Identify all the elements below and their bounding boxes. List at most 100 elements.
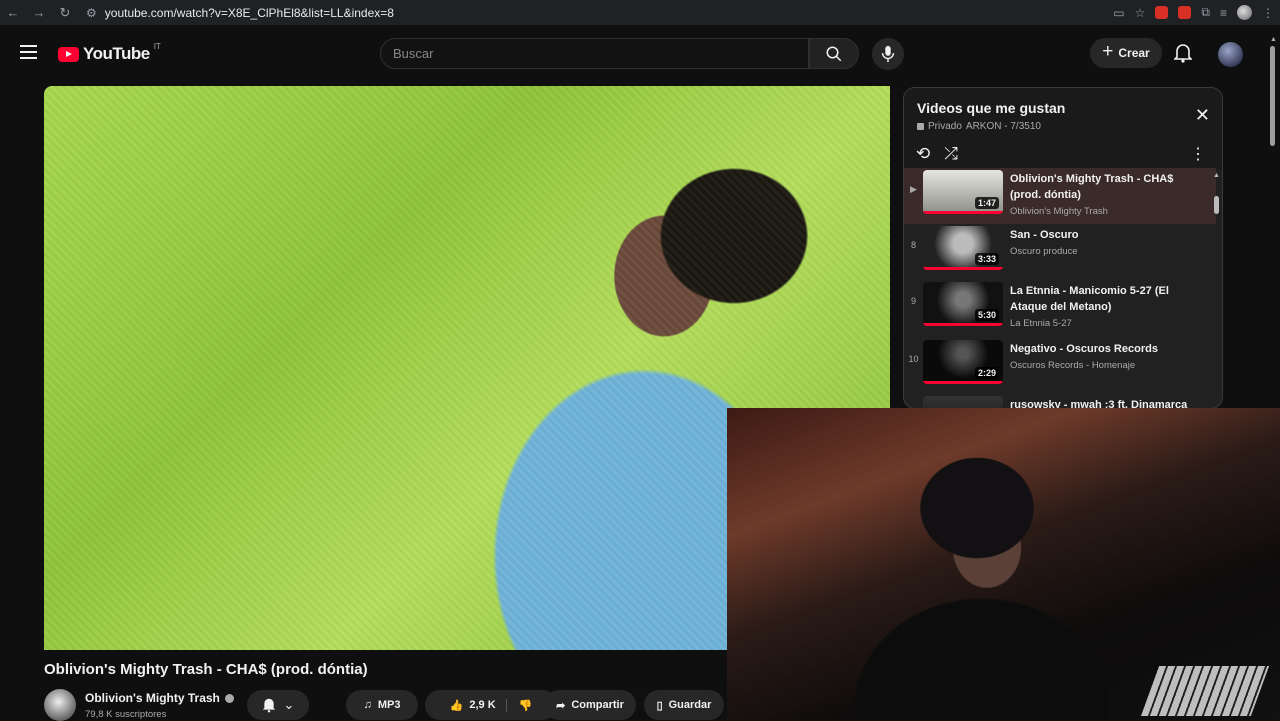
video-thumbnail[interactable]: 2:29: [923, 340, 1003, 384]
playlist-items: ▶ 1:47 Oblivion's Mighty Trash - CHA$ (p…: [904, 168, 1216, 408]
logo-region: IT: [153, 41, 161, 51]
item-title[interactable]: Oblivion's Mighty Trash - CHA$ (prod. dó…: [1010, 171, 1200, 203]
youtube-play-icon: [58, 46, 79, 62]
microphone-icon: [881, 45, 895, 63]
playlist-scrollbar[interactable]: ▲: [1212, 172, 1220, 402]
search-icon: [826, 46, 842, 61]
duration-badge: 5:30: [974, 309, 999, 321]
playlist-item[interactable]: 8 3:33 San - Oscuro Oscuro produce: [904, 224, 1216, 280]
share-icon: ➦: [556, 699, 566, 712]
playlist-title[interactable]: Videos que me gustan: [917, 100, 1209, 116]
duration-badge: 3:33: [974, 253, 999, 265]
bookmark-icon: ▯: [656, 699, 663, 712]
create-label: Crear: [1118, 46, 1150, 60]
subscriber-count: 79,8 K suscriptores: [85, 709, 167, 720]
url-text: youtube.com/watch?v=X8E_ClPhEl8&list=LL&…: [104, 5, 394, 20]
thumbs-down-icon: 👎: [518, 699, 533, 712]
site-settings-icon[interactable]: ⚙: [86, 6, 97, 20]
save-label: Guardar: [668, 699, 712, 711]
loop-icon[interactable]: ⟲: [916, 144, 930, 164]
search-input[interactable]: [381, 39, 808, 68]
search-box: [380, 38, 809, 69]
create-button[interactable]: + Crear: [1090, 38, 1162, 68]
channel-name-row[interactable]: Oblivion's Mighty Trash: [85, 691, 234, 705]
forward-arrow-icon[interactable]: →: [26, 5, 52, 20]
playlist-scrollbar-thumb[interactable]: [1214, 196, 1219, 214]
playlist-item[interactable]: ▶ 1:47 Oblivion's Mighty Trash - CHA$ (p…: [904, 168, 1216, 224]
save-button[interactable]: ▯ Guardar: [644, 690, 724, 720]
video-thumbnail[interactable]: 3:33: [923, 226, 1003, 270]
item-channel: Oscuros Records - Homenaje: [1010, 360, 1136, 371]
reload-icon[interactable]: ↻: [52, 5, 78, 21]
item-title[interactable]: San - Oscuro: [1010, 227, 1200, 243]
item-index: 10: [908, 354, 919, 364]
playlist-header: Videos que me gustan Privado ARKON - 7/3…: [904, 88, 1222, 170]
video-title: Oblivion's Mighty Trash - CHA$ (prod. dó…: [44, 661, 368, 678]
browser-menu-icon[interactable]: ⋮: [1262, 6, 1274, 20]
item-index: 9: [910, 296, 916, 306]
youtube-logo[interactable]: YouTube IT: [58, 41, 161, 64]
playlist-controls: ⟲ ⤮: [916, 144, 958, 164]
watch-progress-bar: [923, 267, 1003, 270]
page-scrollbar-thumb[interactable]: [1270, 46, 1275, 146]
search-button[interactable]: [809, 38, 859, 69]
chevron-down-icon: ⌄: [283, 697, 295, 712]
thumbs-up-icon: 👍: [449, 699, 464, 712]
item-index: 8: [910, 240, 916, 250]
bookmark-star-icon[interactable]: ☆: [1135, 6, 1146, 20]
share-label: Compartir: [571, 699, 624, 711]
cast-icon[interactable]: ▭: [1113, 6, 1124, 20]
item-channel: La Etnnia 5-27: [1010, 318, 1072, 329]
extension-red-icon[interactable]: [1155, 6, 1169, 19]
item-title[interactable]: La Etnnia - Manicomio 5-27 (El Ataque de…: [1010, 283, 1200, 315]
page-scrollbar[interactable]: ▲: [1270, 36, 1277, 156]
notification-settings-button[interactable]: ⌄: [247, 690, 309, 720]
watch-progress-bar: [923, 381, 1003, 384]
like-dislike-group: 👍 2,9 K 👎: [425, 690, 557, 720]
watch-progress-bar: [923, 323, 1003, 326]
account-avatar[interactable]: [1218, 42, 1243, 67]
logo-wordmark: YouTube: [83, 44, 150, 63]
profile-avatar-icon[interactable]: [1237, 5, 1252, 20]
video-thumbnail[interactable]: 1:47: [923, 170, 1003, 214]
address-bar[interactable]: ⚙ youtube.com/watch?v=X8E_ClPhEl8&list=L…: [86, 6, 394, 20]
extensions-puzzle-icon[interactable]: ⧉: [1201, 5, 1210, 20]
playlist-item[interactable]: 11 rusowsky - mwah :3 ft. Dinamarca: [904, 394, 1216, 408]
share-button[interactable]: ➦ Compartir: [544, 690, 636, 720]
playlist-panel: Videos que me gustan Privado ARKON - 7/3…: [903, 87, 1223, 409]
channel-name[interactable]: Oblivion's Mighty Trash: [85, 691, 220, 705]
scroll-up-arrow-icon[interactable]: ▲: [1270, 36, 1277, 43]
verified-badge-icon: [224, 693, 234, 703]
music-note-icon: ♫: [363, 699, 372, 711]
more-options-icon[interactable]: ⋮: [1190, 144, 1206, 164]
hamburger-menu-icon[interactable]: [20, 45, 37, 59]
item-title[interactable]: Negativo - Oscuros Records: [1010, 341, 1200, 357]
playlist-privacy: Privado: [928, 121, 962, 132]
reading-list-icon[interactable]: ≡: [1220, 6, 1227, 20]
playlist-item[interactable]: 10 2:29 Negativo - Oscuros Records Oscur…: [904, 338, 1216, 394]
lock-icon: [917, 123, 924, 130]
like-count: 2,9 K: [469, 699, 496, 711]
like-button[interactable]: 👍 2,9 K: [449, 698, 507, 712]
browser-toolbar: ← → ↻ ⚙ youtube.com/watch?v=X8E_ClPhEl8&…: [0, 0, 1280, 25]
duration-badge: 2:29: [974, 367, 999, 379]
notifications-button[interactable]: [1173, 43, 1193, 68]
keyboard-image: [1140, 666, 1270, 716]
duration-badge: 1:47: [974, 197, 999, 209]
scroll-up-arrow-icon[interactable]: ▲: [1213, 172, 1220, 179]
playlist-item[interactable]: 9 5:30 La Etnnia - Manicomio 5-27 (El At…: [904, 280, 1216, 338]
dislike-button[interactable]: 👎: [513, 699, 533, 712]
close-icon[interactable]: ✕: [1195, 105, 1210, 126]
extension-badge-icon[interactable]: [1178, 6, 1192, 19]
mp3-button[interactable]: ♫ MP3: [346, 690, 418, 720]
voice-search-button[interactable]: [872, 38, 904, 70]
bell-icon: [1173, 44, 1193, 63]
shuffle-icon[interactable]: ⤮: [944, 144, 958, 164]
channel-avatar[interactable]: [44, 689, 76, 721]
item-channel: Oblivion's Mighty Trash: [1010, 206, 1108, 217]
youtube-header: YouTube IT + Crear: [0, 25, 1280, 83]
plus-icon: +: [1102, 41, 1114, 62]
playlist-owner-position: ARKON - 7/3510: [965, 121, 1041, 132]
video-thumbnail[interactable]: 5:30: [923, 282, 1003, 326]
back-arrow-icon[interactable]: ←: [0, 5, 26, 20]
